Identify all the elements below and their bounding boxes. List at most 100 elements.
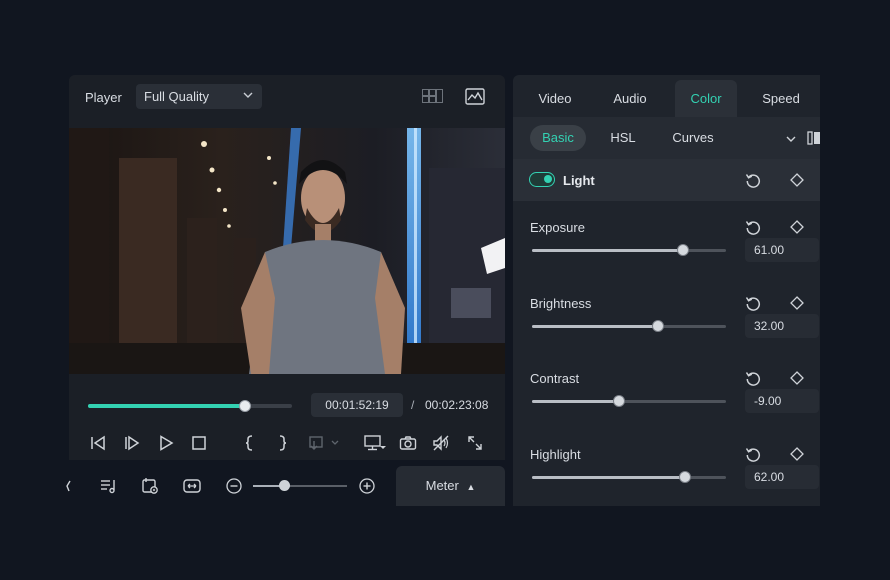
light-section-header: Light [513,159,820,201]
audio-track-button[interactable] [99,476,119,496]
expand-icon [468,436,482,450]
meter-button[interactable]: Meter ▲ [396,466,505,506]
tab-audio[interactable]: Audio [597,80,663,117]
param-label: Brightness [530,296,592,311]
playback-progress-row: 00:01:52:19 / 00:02:23:08 [69,391,505,421]
param-value-input[interactable]: 61.00 [745,238,819,262]
meter-label: Meter [425,478,459,493]
mark-in-button[interactable] [239,433,259,453]
tab-speed[interactable]: Speed [749,80,813,117]
param-slider[interactable] [532,471,726,483]
previous-frame-icon [91,435,105,451]
keyframe-diamond-icon[interactable] [790,371,804,385]
zoom-out-button[interactable] [224,476,244,496]
param-slider-fill [532,400,620,403]
display-settings-button[interactable] [363,433,387,453]
zoom-out-icon [226,478,242,494]
mark-out-icon [279,435,287,451]
timeline-toolbar: Meter ▲ [66,466,505,506]
subtab-hsl[interactable]: HSL [599,125,647,151]
snapshot-button[interactable] [398,433,418,453]
param-slider-handle[interactable] [679,471,692,483]
fit-timeline-button[interactable] [182,476,202,496]
stop-button[interactable] [189,433,209,453]
playback-progress-bar[interactable] [88,400,292,412]
param-value-input[interactable]: 32.00 [745,314,819,338]
playhead-handle[interactable] [239,400,252,412]
fullscreen-button[interactable] [465,433,485,453]
zoom-slider-handle[interactable] [279,480,291,491]
next-frame-button[interactable] [122,433,142,453]
param-row-exposure: Exposure 61.00 [513,220,820,290]
play-button[interactable] [156,433,176,453]
param-slider-handle[interactable] [652,320,665,332]
param-label: Highlight [530,447,581,462]
mark-out-button[interactable] [273,433,293,453]
inspector-tabs: Video Audio Color Speed [513,75,820,117]
mute-button[interactable] [431,433,451,453]
monitor-icon [364,435,386,451]
reset-icon[interactable] [745,219,761,235]
quality-value: Full Quality [144,89,210,104]
total-duration: 00:02:23:08 [425,398,489,412]
param-slider-handle[interactable] [613,395,626,407]
keyframe-diamond-icon[interactable] [790,296,804,310]
partial-tool-icon [66,480,71,492]
toggle-knob [544,175,552,183]
time-separator: / [411,398,415,412]
zoom-in-icon [359,478,375,494]
light-toggle[interactable] [529,172,555,187]
param-slider[interactable] [532,320,726,332]
camera-icon [399,436,417,450]
play-icon [160,435,174,451]
grid-view-icon[interactable] [422,89,444,108]
keyframe-diamond-icon[interactable] [790,220,804,234]
param-slider-fill [532,249,684,252]
param-label: Exposure [530,220,585,235]
param-row-contrast: Contrast -9.00 [513,371,820,441]
timeline-zoom-slider[interactable] [253,480,347,491]
param-row-brightness: Brightness 32.00 [513,296,820,366]
param-slider[interactable] [532,244,726,256]
current-time[interactable]: 00:01:52:19 [311,393,403,417]
param-slider-handle[interactable] [677,244,690,256]
param-value-input[interactable]: -9.00 [745,389,819,413]
player-title: Player [85,90,122,105]
stop-icon [192,436,206,450]
next-frame-icon [125,435,140,451]
reset-icon[interactable] [745,446,761,462]
render-preview-icon [142,478,158,494]
keyframe-diamond-icon[interactable] [790,447,804,461]
subtab-curves[interactable]: Curves [665,125,721,151]
fit-width-icon [183,479,201,493]
param-value-input[interactable]: 62.00 [745,465,819,489]
partial-tool-button[interactable] [63,476,73,496]
compare-view-icon[interactable] [807,131,820,150]
preview-render-button[interactable] [140,476,160,496]
image-snapshot-icon[interactable] [465,88,485,110]
insert-clip-dropdown[interactable] [307,433,343,453]
previous-frame-button[interactable] [88,433,108,453]
subtab-basic[interactable]: Basic [530,125,586,151]
zoom-in-button[interactable] [357,476,377,496]
quality-dropdown[interactable]: Full Quality [136,84,262,109]
reset-icon[interactable] [745,172,761,188]
param-slider-fill [532,476,686,479]
chevron-down-icon[interactable] [785,132,797,150]
music-list-icon [101,480,115,494]
tab-video[interactable]: Video [521,80,589,117]
keyframe-diamond-icon[interactable] [790,173,804,187]
video-preview[interactable] [69,128,505,374]
param-slider[interactable] [532,395,726,407]
param-label: Contrast [530,371,580,386]
reset-icon[interactable] [745,295,761,311]
inspector-panel: Video Audio Color Speed Basic HSL Curves… [513,75,820,506]
playback-progress-fill [88,404,246,408]
light-section-title: Light [563,173,595,188]
player-panel: Player Full Quality 00:01:52:19 / 00:02:… [69,75,505,460]
insert-clip-icon [309,436,339,450]
reset-icon[interactable] [745,370,761,386]
tab-color[interactable]: Color [675,80,737,117]
mark-in-icon [245,435,253,451]
chevron-down-icon [242,89,254,104]
